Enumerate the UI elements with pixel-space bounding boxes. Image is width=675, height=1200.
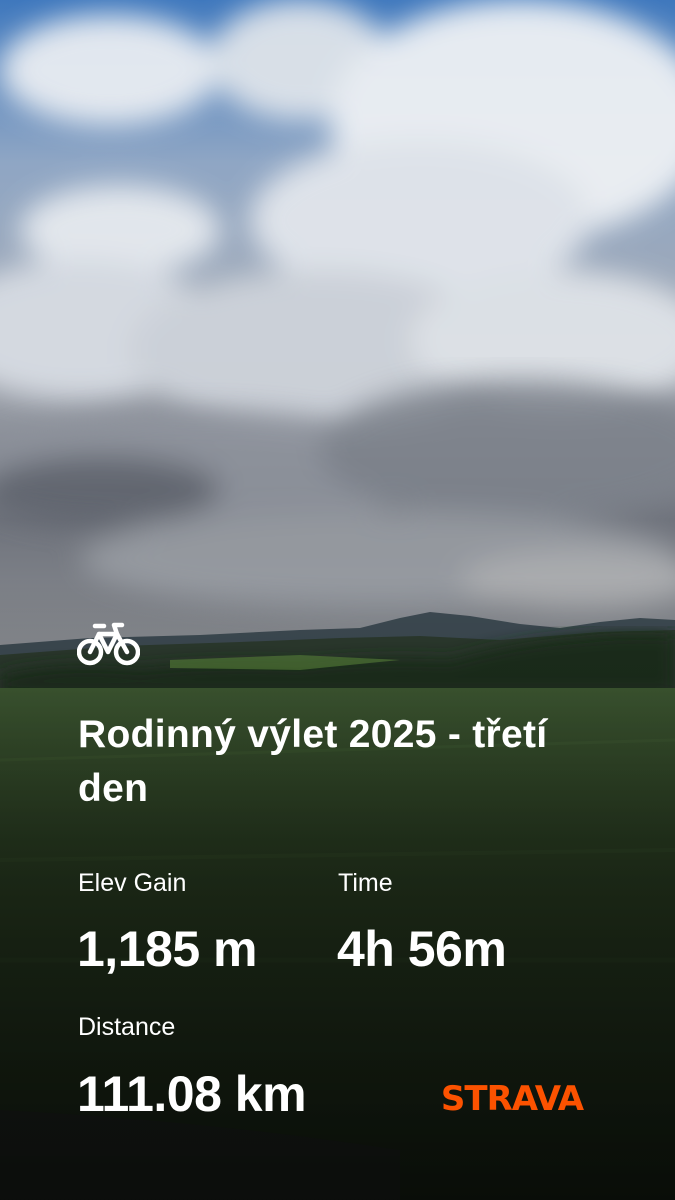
- activity-share-card: Rodinný výlet 2025 - třetí den Elev Gain…: [0, 0, 675, 1200]
- time-label: Time: [338, 869, 393, 897]
- time-value: 4h 56m: [337, 921, 507, 977]
- elev-gain-value: 1,185 m: [77, 921, 257, 977]
- bicycle-icon: [77, 622, 140, 666]
- activity-title: Rodinný výlet 2025 - třetí den: [78, 713, 548, 810]
- strava-logo: STRAVA: [441, 1079, 586, 1116]
- strava-wordmark: STRAVA: [441, 1079, 585, 1116]
- distance-value: 111.08 km: [77, 1066, 307, 1122]
- elev-gain-label: Elev Gain: [78, 869, 187, 897]
- distance-label: Distance: [78, 1013, 176, 1041]
